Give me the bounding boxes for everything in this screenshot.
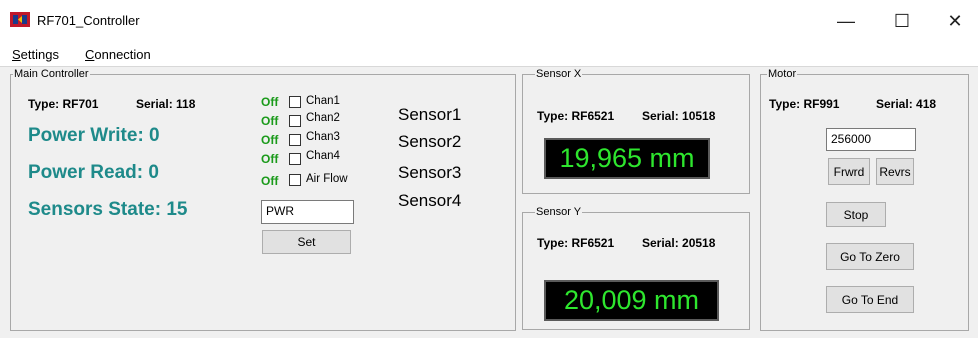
air-flow-label: Air Flow <box>306 173 348 185</box>
stop-button[interactable]: Stop <box>826 202 886 227</box>
forward-button[interactable]: Frwrd <box>828 158 870 185</box>
chan2-label: Chan2 <box>306 112 340 124</box>
sensor2-label: Sensor2 <box>398 132 462 151</box>
channel-status: Off <box>261 95 279 109</box>
channel-status: Off <box>261 133 279 147</box>
sensor-x-display: 19,965 mm <box>544 138 710 179</box>
main-controller-legend: Main Controller <box>13 68 90 80</box>
chan2-checkbox[interactable] <box>289 115 301 127</box>
motor-serial: Serial: 418 <box>876 97 937 111</box>
sensor-y-display: 20,009 mm <box>544 280 719 321</box>
power-write: Power Write: 0 <box>28 125 160 146</box>
motor-type: Type: RF991 <box>769 97 840 111</box>
menu-separator <box>0 66 978 67</box>
sensor-x-serial: Serial: 10518 <box>642 109 716 123</box>
maximize-icon: ☐ <box>893 10 911 31</box>
channel-status: Off <box>261 152 279 166</box>
close-button[interactable]: ✕ <box>938 8 972 34</box>
maximize-button[interactable]: ☐ <box>885 8 919 34</box>
channel-status: Off <box>261 114 279 128</box>
go-to-end-button[interactable]: Go To End <box>826 286 914 313</box>
sensor-y-type: Type: RF6521 <box>537 236 615 250</box>
sensor1-label: Sensor1 <box>398 105 462 124</box>
command-input[interactable]: PWR <box>261 200 354 224</box>
motor-steps-input[interactable]: 256000 <box>826 128 916 151</box>
menu-settings[interactable]: Settings <box>12 47 59 62</box>
close-icon: ✕ <box>947 10 963 31</box>
sensor-y-serial: Serial: 20518 <box>642 236 716 250</box>
minimize-icon: — <box>837 10 855 31</box>
power-read: Power Read: 0 <box>28 162 159 183</box>
chan4-checkbox[interactable] <box>289 153 301 165</box>
chan4-label: Chan4 <box>306 150 340 162</box>
app-icon <box>10 12 30 27</box>
chan1-label: Chan1 <box>306 95 340 107</box>
sensors-state: Sensors State: 15 <box>28 199 188 220</box>
sensor-x-type: Type: RF6521 <box>537 109 615 123</box>
motor-legend: Motor <box>767 68 798 80</box>
controller-type: Type: RF701 <box>28 97 99 111</box>
minimize-button[interactable]: — <box>829 8 863 34</box>
air-flow-checkbox[interactable] <box>289 174 301 186</box>
window-title: RF701_Controller <box>37 13 140 28</box>
menu-connection[interactable]: Connection <box>85 47 151 62</box>
sensor-y-legend: Sensor Y <box>535 206 583 218</box>
go-to-zero-button[interactable]: Go To Zero <box>826 243 914 270</box>
sensor3-label: Sensor3 <box>398 163 462 182</box>
chan1-checkbox[interactable] <box>289 96 301 108</box>
sensor-x-legend: Sensor X <box>535 68 583 80</box>
controller-serial: Serial: 118 <box>136 97 196 111</box>
chan3-label: Chan3 <box>306 131 340 143</box>
reverse-button[interactable]: Revrs <box>876 158 914 185</box>
set-button[interactable]: Set <box>262 230 351 254</box>
sensor4-label: Sensor4 <box>398 191 462 210</box>
chan3-checkbox[interactable] <box>289 134 301 146</box>
channel-status: Off <box>261 174 279 188</box>
